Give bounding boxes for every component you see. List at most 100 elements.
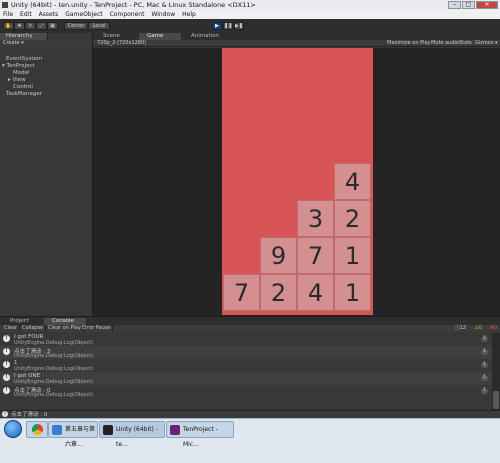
tab-scene[interactable]: Scene: [95, 33, 137, 40]
maximize-on-play-toggle[interactable]: Maximize on Play: [387, 40, 431, 47]
folder-icon: [52, 425, 62, 435]
space-toggle[interactable]: Local: [88, 22, 110, 30]
console-log-row[interactable]: ! 点击了滑动 : 0 UnityEngine.Debug:Log(Object) 1: [0, 385, 492, 398]
status-bar[interactable]: ! 点击了滑动 : 0: [0, 410, 500, 418]
log-stacktrace: UnityEngine.Debug:Log(Object): [14, 392, 94, 398]
game-board[interactable]: 4329717241: [222, 48, 373, 315]
info-icon: !: [3, 335, 10, 342]
log-count-badge: 1: [481, 336, 488, 342]
create-dropdown[interactable]: Create ▾: [3, 40, 24, 46]
maximize-button[interactable]: □: [462, 1, 475, 9]
menu-assets[interactable]: Assets: [39, 11, 59, 18]
stats-toggle[interactable]: Stats: [459, 40, 472, 47]
start-button[interactable]: [4, 420, 22, 438]
console-toolbar: Clear Collapse Clear on Play Error Pause…: [0, 325, 500, 332]
unity-icon: [2, 2, 8, 8]
error-pause-button[interactable]: Error Pause: [80, 325, 114, 332]
tab-game[interactable]: Game: [139, 33, 181, 40]
hand-tool-icon[interactable]: ✋: [3, 22, 14, 30]
taskbar-item[interactable]: 第五章与第六章...: [48, 421, 98, 448]
number-tile[interactable]: 7: [297, 237, 334, 274]
close-button[interactable]: ✕: [476, 1, 498, 9]
rect-tool-icon[interactable]: ▣: [47, 22, 58, 30]
log-count-badge: 1: [481, 349, 488, 355]
main-toolbar: ✋ ✥ ↻ ⤢ ▣ Center Local ▶ ❚❚ ▶❚: [0, 19, 500, 33]
number-tile[interactable]: 1: [334, 237, 371, 274]
gizmos-dropdown[interactable]: Gizmos ▾: [475, 40, 498, 47]
log-count-badge: 1: [481, 362, 488, 368]
window-title: Unity (64bit) - ten.unity - TenProject -…: [11, 1, 256, 9]
minimize-button[interactable]: –: [448, 1, 461, 9]
number-tile[interactable]: 2: [334, 200, 371, 237]
console-log-row[interactable]: ! I got FOUR UnityEngine.Debug:Log(Object)…: [0, 333, 492, 346]
menu-edit[interactable]: Edit: [20, 11, 32, 18]
menu-bar: File Edit Assets GameObject Component Wi…: [0, 10, 500, 19]
tab-animation[interactable]: Animation: [183, 33, 233, 40]
game-viewport[interactable]: 4329717241: [93, 48, 500, 316]
rotate-tool-icon[interactable]: ↻: [25, 22, 36, 30]
resolution-dropdown[interactable]: 720p_2 (720x1280): [97, 40, 146, 47]
hierarchy-item[interactable]: Model: [13, 70, 30, 76]
move-tool-icon[interactable]: ✥: [14, 22, 25, 30]
menu-window[interactable]: Window: [151, 11, 175, 18]
number-tile[interactable]: 3: [297, 200, 334, 237]
visual-studio-icon: [170, 425, 180, 435]
collapse-button[interactable]: Collapse: [20, 325, 47, 332]
log-count-badge: 1: [481, 375, 488, 381]
view-tabs: Scene Game Animation: [93, 33, 500, 40]
info-count-toggle[interactable]: ⓘ12: [455, 325, 466, 332]
number-tile[interactable]: 4: [297, 274, 334, 311]
menu-gameobject[interactable]: GameObject: [65, 11, 102, 18]
windows-taskbar: 第五章与第六章... Unity (64bit) - te... TenProj…: [0, 418, 500, 463]
pause-button[interactable]: ❚❚: [223, 22, 233, 30]
console-log-row[interactable]: ! 点击了滑动 : 3 UnityEngine.Debug:Log(Object) 1: [0, 346, 492, 359]
number-tile[interactable]: 7: [223, 274, 260, 311]
hierarchy-item[interactable]: ▸ View: [8, 77, 26, 83]
game-panel: Scene Game Animation 720p_2 (720x1280) M…: [93, 33, 500, 316]
pivot-toggle[interactable]: Center: [64, 22, 88, 30]
hierarchy-panel: Hierarchy Create ▾ EventSystem ▾ TenProj…: [0, 33, 93, 316]
unity-icon: [103, 425, 113, 435]
hierarchy-item[interactable]: ▾ TenProject: [2, 63, 35, 69]
taskbar-item[interactable]: TenProject - Mic...: [166, 421, 234, 448]
info-icon: !: [3, 387, 10, 394]
warning-count-toggle[interactable]: ⚠0: [474, 325, 482, 332]
taskbar-item[interactable]: Unity (64bit) - te...: [99, 421, 165, 448]
play-button[interactable]: ▶: [212, 22, 222, 30]
scale-tool-icon[interactable]: ⤢: [36, 22, 47, 30]
hierarchy-item[interactable]: TaskManager: [6, 91, 42, 97]
console-log-row[interactable]: ! 1 UnityEngine.Debug:Log(Object) 1: [0, 359, 492, 372]
chrome-taskbar-icon[interactable]: [26, 421, 48, 438]
console-log-row[interactable]: ! I got ONE UnityEngine.Debug:Log(Object) 1: [0, 372, 492, 385]
hierarchy-item[interactable]: EventSystem: [6, 56, 42, 62]
scrollbar-thumb[interactable]: [493, 391, 499, 409]
mute-audio-toggle[interactable]: Mute audio: [431, 40, 459, 47]
tab-hierarchy[interactable]: Hierarchy: [0, 33, 48, 40]
window-controls: – □ ✕: [447, 0, 498, 10]
number-tile[interactable]: 9: [260, 237, 297, 274]
menu-file[interactable]: File: [3, 11, 13, 18]
title-bar: Unity (64bit) - ten.unity - TenProject -…: [0, 0, 500, 10]
tab-console[interactable]: Console: [44, 318, 86, 325]
log-count-badge: 1: [481, 388, 488, 394]
number-tile[interactable]: 2: [260, 274, 297, 311]
console-scrollbar[interactable]: [492, 333, 500, 411]
info-icon: !: [2, 411, 8, 417]
bottom-tabs: Project Console: [0, 317, 500, 325]
clear-button[interactable]: Clear: [2, 325, 21, 332]
console-log-list: ! I got FOUR UnityEngine.Debug:Log(Object)…: [0, 333, 492, 411]
info-icon: !: [3, 348, 10, 355]
menu-component[interactable]: Component: [110, 11, 145, 18]
hierarchy-item[interactable]: Control: [13, 84, 33, 90]
number-tile[interactable]: 4: [334, 163, 371, 200]
step-button[interactable]: ▶❚: [234, 22, 244, 30]
info-icon: !: [3, 374, 10, 381]
console-panel: Project Console Clear Collapse Clear on …: [0, 316, 500, 411]
menu-help[interactable]: Help: [182, 11, 196, 18]
game-view-toolbar: 720p_2 (720x1280) Maximize on Play Mute …: [93, 40, 500, 47]
error-count-toggle[interactable]: ⊗0: [490, 325, 497, 332]
tab-project[interactable]: Project: [2, 318, 42, 325]
clear-on-play-button[interactable]: Clear on Play: [46, 325, 84, 332]
number-tile[interactable]: 1: [334, 274, 371, 311]
info-icon: !: [3, 361, 10, 368]
